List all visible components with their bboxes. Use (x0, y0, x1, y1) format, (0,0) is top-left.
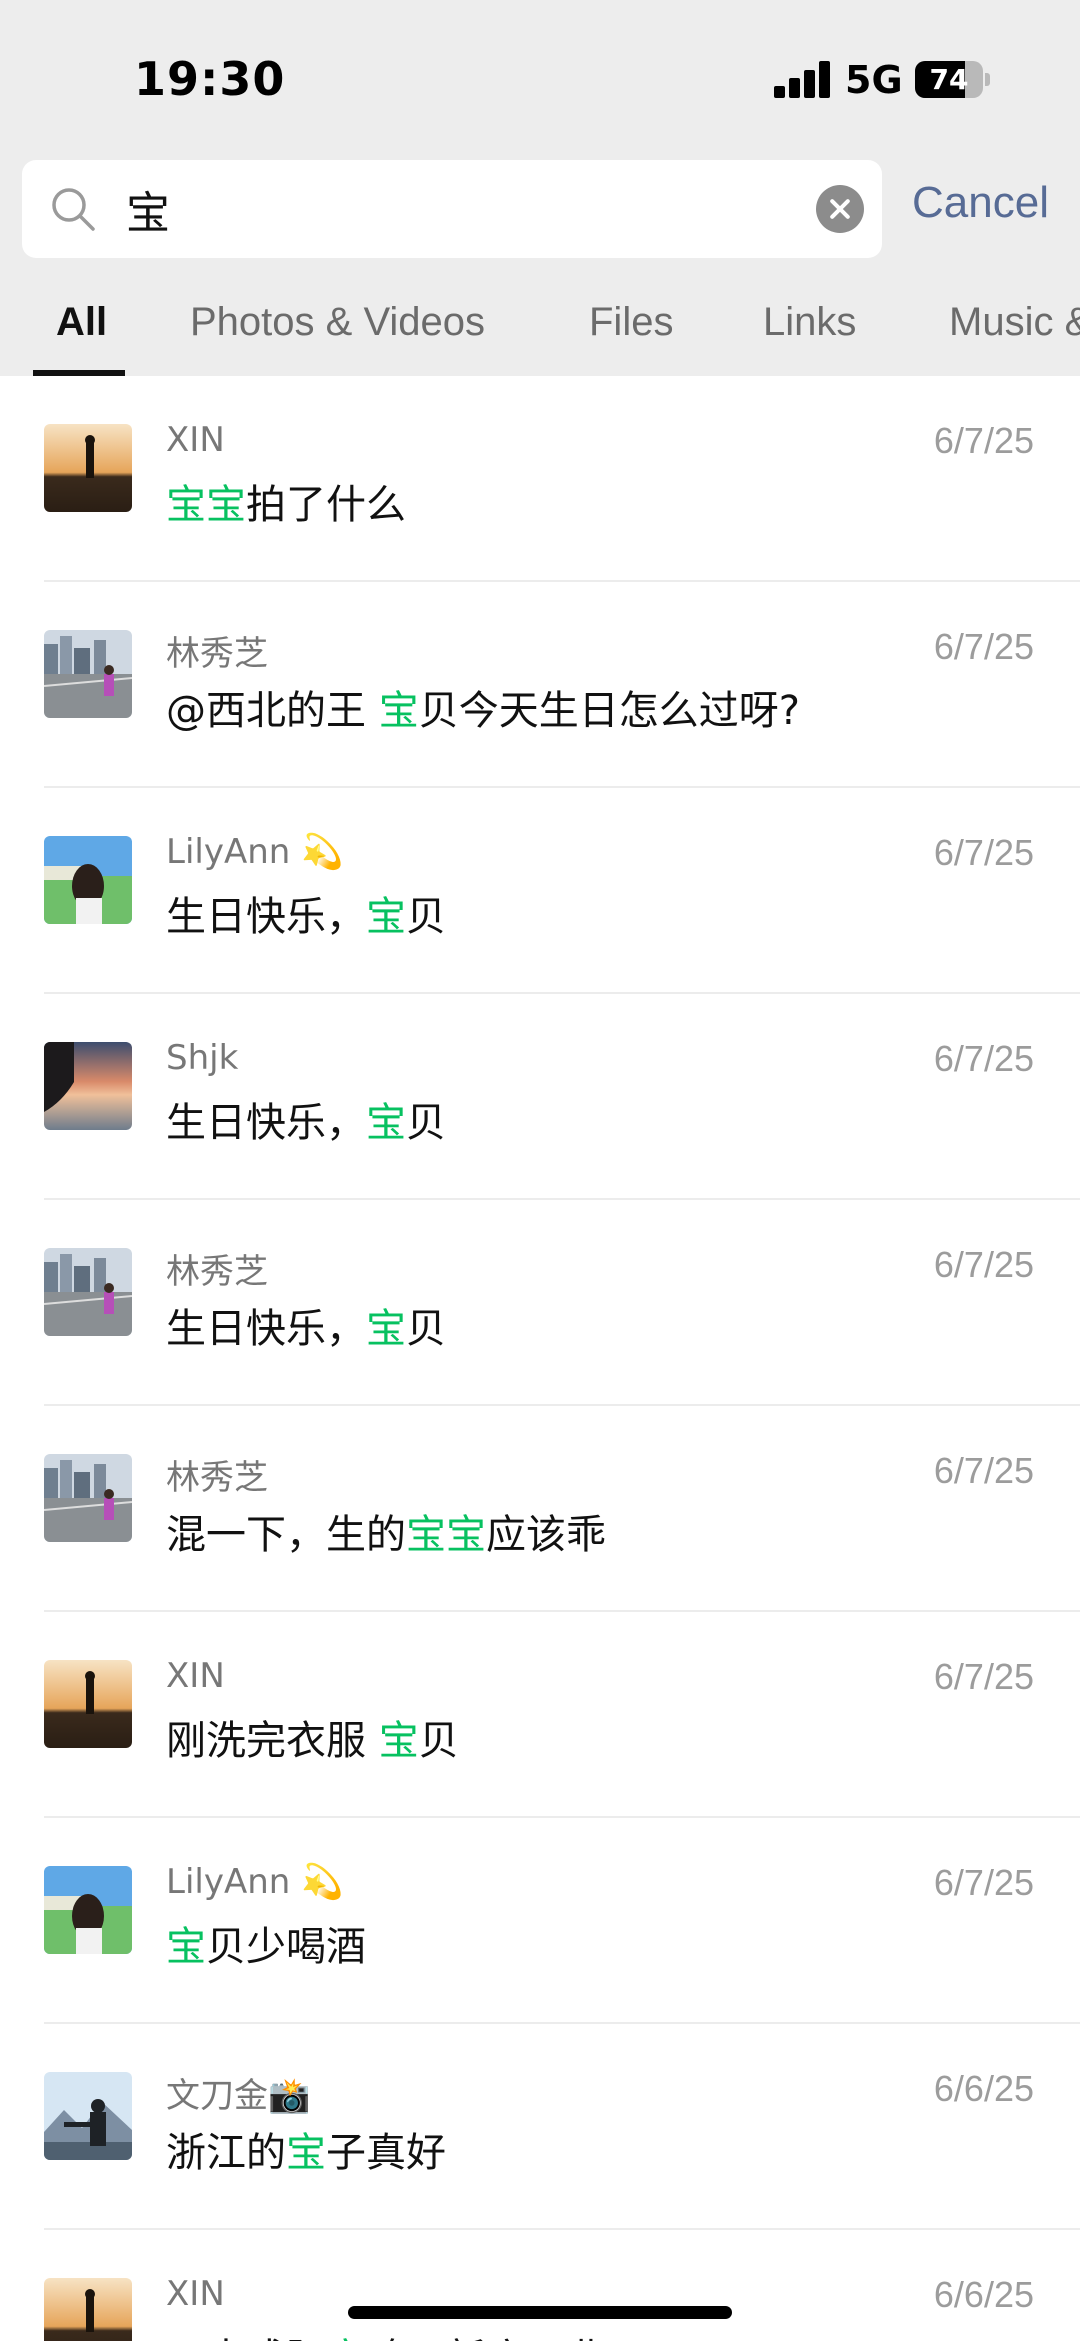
search-result-row[interactable]: 文刀金📸 浙江的宝子真好 6/6/25 (0, 2024, 1080, 2230)
search-result-row[interactable]: 林秀芝 混一下，生的宝宝应该乖 6/7/25 (0, 1406, 1080, 1612)
message-text: 拍了什么 (246, 482, 406, 528)
message-date: 6/7/25 (933, 626, 1034, 667)
tab-all[interactable]: All (56, 300, 107, 345)
avatar[interactable] (44, 424, 132, 512)
message-preview: 浙江的宝子真好 (166, 2120, 446, 2178)
message-text: 贝 (406, 894, 446, 940)
highlighted-match: 宝宝 (406, 1512, 486, 1558)
sender-name: 林秀芝 (166, 1458, 268, 1498)
message-text: 生日快乐， (166, 1306, 366, 1352)
search-result-row[interactable]: LilyAnn 💫 宝贝少喝酒 6/7/25 (0, 1818, 1080, 2024)
tab-links[interactable]: Links (763, 300, 856, 345)
message-date: 6/6/25 (933, 2068, 1034, 2109)
tab-photos-videos[interactable]: Photos & Videos (190, 300, 485, 345)
sender-name: 文刀金📸 (166, 2076, 311, 2116)
highlighted-match: 宝 (366, 1100, 406, 1146)
home-indicator[interactable] (348, 2306, 732, 2319)
message-text: 日本成阳 (166, 2336, 326, 2341)
search-result-row[interactable]: LilyAnn 💫 生日快乐，宝贝 6/7/25 (0, 788, 1080, 994)
search-icon (52, 188, 95, 231)
message-date: 6/7/25 (933, 1656, 1034, 1697)
sender-name: XIN (166, 420, 225, 460)
message-preview: 宝贝少喝酒 (166, 1914, 366, 1972)
message-text: 刚洗完衣服 (166, 1718, 379, 1764)
category-tabs: All Photos & Videos Files Links Music & (0, 300, 1080, 376)
signal-icon (774, 60, 832, 98)
message-date: 6/7/25 (933, 420, 1034, 461)
message-text: 贝少喝酒 (206, 1924, 366, 1970)
message-text: 浙江的 (166, 2130, 286, 2176)
sender-name: 林秀芝 (166, 1252, 268, 1292)
sender-name: XIN (166, 2274, 225, 2314)
sender-name: LilyAnn 💫 (166, 832, 344, 872)
search-result-row[interactable]: XIN 刚洗完衣服 宝贝 6/7/25 (0, 1612, 1080, 1818)
highlighted-match: 宝 (366, 894, 406, 940)
sender-name: 林秀芝 (166, 634, 268, 674)
tab-music[interactable]: Music & (949, 300, 1080, 345)
clear-icon[interactable] (816, 185, 864, 233)
message-preview: 刚洗完衣服 宝贝 (166, 1708, 459, 1766)
battery-level: 74 (929, 63, 969, 96)
message-text: 生日快乐， (166, 894, 366, 940)
message-date: 6/6/25 (933, 2274, 1034, 2315)
avatar[interactable] (44, 1454, 132, 1542)
message-text: 鸡开新店开业 (366, 2336, 606, 2341)
message-text: 子真好 (326, 2130, 446, 2176)
avatar[interactable] (44, 2278, 132, 2341)
highlighted-match: 宝 (326, 2336, 366, 2341)
message-date: 6/7/25 (933, 832, 1034, 873)
highlighted-match: 宝 (378, 1718, 419, 1764)
search-result-row[interactable]: XIN 日本成阳宝鸡开新店开业 6/6/25 (0, 2230, 1080, 2341)
avatar[interactable] (44, 630, 132, 718)
sender-name: XIN (166, 1656, 225, 1696)
search-result-row[interactable]: 林秀芝 @西北的王 宝贝今天生日怎么过呀? 6/7/25 (0, 582, 1080, 788)
message-preview: @西北的王 宝贝今天生日怎么过呀? (166, 678, 800, 736)
avatar[interactable] (44, 1660, 132, 1748)
highlighted-match: 宝 (366, 1306, 406, 1352)
status-time: 19:30 (134, 52, 286, 106)
message-preview: 日本成阳宝鸡开新店开业 (166, 2326, 606, 2341)
search-result-row[interactable]: XIN 宝宝拍了什么 6/7/25 (0, 376, 1080, 582)
network-type: 5G (845, 58, 903, 102)
battery-tip (985, 73, 990, 86)
message-date: 6/7/25 (933, 1450, 1034, 1491)
avatar[interactable] (44, 1042, 132, 1130)
avatar[interactable] (44, 1866, 132, 1954)
sender-name: LilyAnn 💫 (166, 1862, 344, 1902)
tab-files[interactable]: Files (589, 300, 673, 345)
message-date: 6/7/25 (933, 1862, 1034, 1903)
avatar[interactable] (44, 2072, 132, 2160)
message-preview: 生日快乐，宝贝 (166, 1296, 446, 1354)
search-input[interactable] (126, 176, 806, 242)
highlighted-match: 宝 (378, 688, 419, 734)
sender-name: Shjk (166, 1038, 239, 1078)
message-text: @西北的王 (166, 688, 379, 734)
message-preview: 混一下，生的宝宝应该乖 (166, 1502, 606, 1560)
message-text: 贝今天生日怎么过呀? (418, 688, 800, 734)
avatar[interactable] (44, 1248, 132, 1336)
message-date: 6/7/25 (933, 1038, 1034, 1079)
message-date: 6/7/25 (933, 1244, 1034, 1285)
message-text: 应该乖 (486, 1512, 606, 1558)
message-text: 贝 (406, 1306, 446, 1352)
search-result-row[interactable]: Shjk 生日快乐，宝贝 6/7/25 (0, 994, 1080, 1200)
message-text: 贝 (418, 1718, 459, 1764)
message-text: 生日快乐， (166, 1100, 366, 1146)
message-preview: 生日快乐，宝贝 (166, 884, 446, 942)
message-text: 混一下，生的 (166, 1512, 406, 1558)
cancel-button[interactable]: Cancel (912, 178, 1049, 228)
search-box[interactable] (22, 160, 882, 258)
message-preview: 生日快乐，宝贝 (166, 1090, 446, 1148)
highlighted-match: 宝 (166, 1924, 206, 1970)
highlighted-match: 宝 (286, 2130, 326, 2176)
battery-icon: 74 (915, 61, 983, 98)
search-result-row[interactable]: 林秀芝 生日快乐，宝贝 6/7/25 (0, 1200, 1080, 1406)
highlighted-match: 宝宝 (166, 482, 246, 528)
message-text: 贝 (406, 1100, 446, 1146)
avatar[interactable] (44, 836, 132, 924)
message-preview: 宝宝拍了什么 (166, 472, 406, 530)
search-results-list: XIN 宝宝拍了什么 6/7/25 林秀芝 @西北的王 宝贝今天生日怎么过呀? 6/7/2… (0, 376, 1080, 2341)
